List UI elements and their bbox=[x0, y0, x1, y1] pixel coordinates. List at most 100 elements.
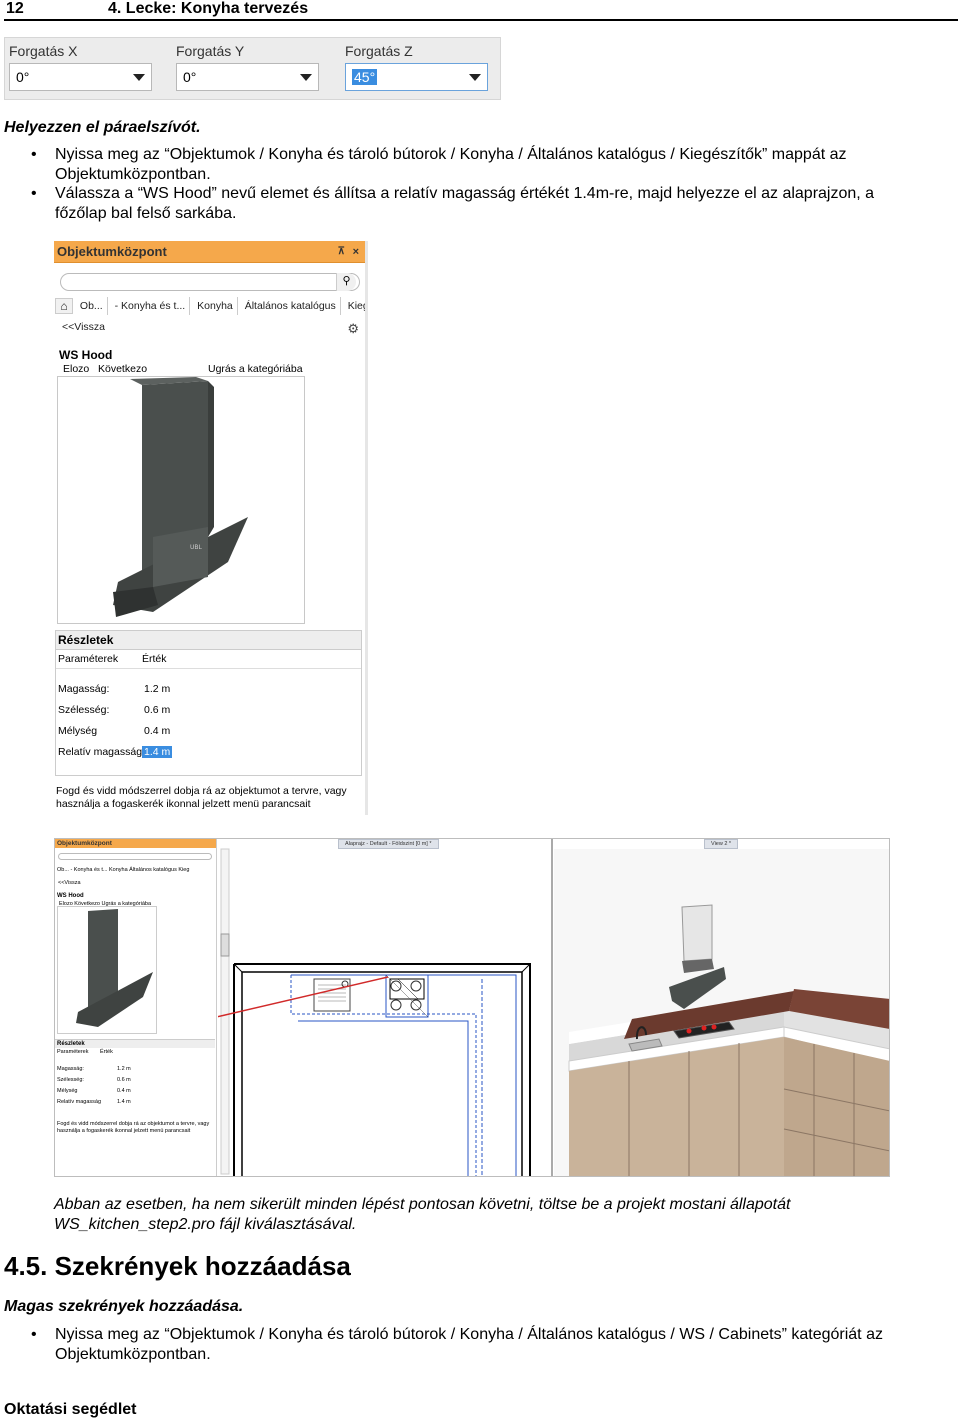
rotation-z-value: 45° bbox=[352, 69, 378, 85]
chapter-title: 4. Lecke: Konyha tervezés bbox=[108, 0, 309, 17]
composite-screenshot: Objektumközpont Ob... - Konyha és t... K… bbox=[54, 838, 890, 1177]
rotation-y-group: Forgatás Y 0° bbox=[176, 41, 319, 91]
detail-row: Magasság: 1.2 m bbox=[58, 683, 358, 695]
mini-col-params: Paraméterek bbox=[57, 1049, 89, 1055]
bullet-text: Nyissa meg az “Objektumok / Konyha és tá… bbox=[55, 1326, 883, 1363]
breadcrumb-item[interactable]: - Konyha és t... bbox=[111, 297, 191, 315]
detail-label: Relatív magasság bbox=[58, 746, 143, 758]
mini-detail-row: Szélesség: 0.6 m bbox=[57, 1077, 131, 1083]
mini-detail-value: 1.2 m bbox=[117, 1066, 131, 1072]
rotation-x-dropdown[interactable]: 0° bbox=[9, 63, 152, 91]
object-center-panel: Objektumközpont ⊼ × ⚲ ⌂ Ob... - Konyha é… bbox=[54, 241, 368, 815]
mini-search-input[interactable] bbox=[58, 853, 212, 860]
hood-preview-image[interactable]: UBL bbox=[57, 376, 305, 624]
bullet-item: • Nyissa meg az “Objektumok / Konyha és … bbox=[31, 1325, 935, 1364]
panel-title: Objektumközpont bbox=[57, 244, 167, 259]
mini-detail-label: Magasság: bbox=[57, 1066, 84, 1072]
section-heading-tall-cabinets: Magas szekrények hozzáadása. bbox=[4, 1298, 244, 1315]
hood-model-graphic: UBL bbox=[113, 377, 248, 617]
floor-plan-view[interactable]: Alaprajz - Default - Földszint [0 m] * bbox=[207, 839, 553, 1176]
details-heading: Részletek bbox=[56, 631, 361, 650]
mini-hood-graphic bbox=[76, 909, 153, 1027]
mini-detail-row: Magasság: 1.2 m bbox=[57, 1066, 131, 1072]
bullet-text: Nyissa meg az “Objektumok / Konyha és tá… bbox=[55, 146, 847, 183]
mini-breadcrumb[interactable]: Ob... - Konyha és t... Konyha Általános … bbox=[57, 867, 189, 873]
mini-detail-value: 0.6 m bbox=[117, 1077, 131, 1083]
rotation-z-dropdown[interactable]: 45° bbox=[345, 63, 488, 91]
drag-drop-hint: Fogd és vidd módszerrel dobja rá az obje… bbox=[56, 785, 347, 810]
detail-row: Relatív magasság 1.4 m bbox=[58, 746, 358, 758]
section-heading-hood: Helyezzen el páraelszívót. bbox=[4, 119, 201, 136]
rotation-x-group: Forgatás X 0° bbox=[9, 41, 152, 91]
bullet-icon: • bbox=[31, 1326, 37, 1343]
bullet-item: • Válassza a “WS Hood” nevű elemet és ál… bbox=[31, 184, 925, 223]
floor-plan-tab[interactable]: Alaprajz - Default - Földszint [0 m] * bbox=[338, 839, 439, 849]
item-name: WS Hood bbox=[59, 348, 113, 362]
page-header: 12 4. Lecke: Konyha tervezés bbox=[4, 0, 958, 21]
mini-detail-label: Relatív magasság bbox=[57, 1099, 102, 1105]
column-header-params: Paraméterek bbox=[58, 653, 119, 665]
rotation-y-dropdown[interactable]: 0° bbox=[176, 63, 319, 91]
bullet-icon: • bbox=[31, 185, 37, 202]
bullet-text: Válassza a “WS Hood” nevű elemet és állí… bbox=[55, 185, 875, 222]
jump-category-link[interactable]: Ugrás a kategóriába bbox=[208, 363, 303, 375]
mini-details: Részletek Paraméterek Érték Magasság: 1.… bbox=[55, 1039, 215, 1115]
mini-detail-row: Mélység 0.4 m bbox=[57, 1088, 131, 1094]
column-header-value: Érték bbox=[142, 653, 167, 665]
svg-text:UBL: UBL bbox=[190, 544, 203, 551]
breadcrumb-item[interactable]: Ob... bbox=[76, 297, 108, 315]
dropdown-arrow-icon[interactable] bbox=[300, 74, 312, 81]
back-link[interactable]: <<Vissza bbox=[62, 321, 105, 333]
prev-link[interactable]: Elozo bbox=[63, 363, 89, 375]
bullet-item: • Nyissa meg az “Objektumok / Konyha és … bbox=[31, 145, 925, 184]
mini-detail-value: 0.4 m bbox=[117, 1088, 131, 1094]
kitchen-3d-render bbox=[554, 849, 889, 1176]
mini-col-value: Érték bbox=[100, 1049, 113, 1055]
mini-hood-preview[interactable] bbox=[57, 906, 157, 1034]
dropdown-arrow-icon[interactable] bbox=[133, 74, 145, 81]
details-column-headers: Paraméterek Érték bbox=[56, 650, 361, 669]
dropdown-arrow-icon[interactable] bbox=[469, 74, 481, 81]
rotation-x-value: 0° bbox=[16, 69, 30, 85]
breadcrumb-item[interactable]: Konyha bbox=[193, 297, 238, 315]
pin-icon[interactable]: ⊼ bbox=[338, 241, 345, 263]
mini-item-name: WS Hood bbox=[57, 893, 84, 899]
details-panel: Részletek Paraméterek Érték Magasság: 1.… bbox=[55, 630, 362, 776]
relative-height-input[interactable]: 1.4 m bbox=[142, 746, 173, 758]
bullet-icon: • bbox=[31, 146, 37, 163]
3d-view-tab[interactable]: View 2 * bbox=[704, 839, 739, 849]
rotation-x-label: Forgatás X bbox=[9, 43, 78, 59]
detail-value[interactable]: 0.4 m bbox=[144, 725, 170, 737]
home-icon[interactable]: ⌂ bbox=[55, 298, 73, 315]
detail-value[interactable]: 0.6 m bbox=[144, 704, 170, 716]
rotation-y-label: Forgatás Y bbox=[176, 43, 245, 59]
mini-panel-title: Objektumközpont bbox=[55, 839, 216, 848]
next-link[interactable]: Következo bbox=[98, 363, 147, 375]
floor-plan-drawing bbox=[207, 848, 531, 1176]
detail-row: Mélység 0.4 m bbox=[58, 725, 358, 737]
close-icon[interactable]: × bbox=[353, 241, 359, 263]
rotation-z-label: Forgatás Z bbox=[345, 43, 413, 59]
breadcrumb-item[interactable]: Általános katalógus bbox=[241, 297, 341, 315]
search-input[interactable]: ⚲ bbox=[60, 273, 360, 291]
breadcrumb-item[interactable]: Kieg bbox=[344, 297, 365, 315]
3d-view[interactable]: View 2 * bbox=[554, 839, 889, 1176]
gear-icon[interactable]: ⚙ bbox=[347, 321, 359, 337]
page-number: 12 bbox=[6, 0, 24, 17]
search-icon[interactable]: ⚲ bbox=[336, 273, 356, 291]
mini-detail-value: 1.4 m bbox=[117, 1099, 131, 1105]
restore-note: Abban az esetben, ha nem sikerült minden… bbox=[54, 1196, 791, 1233]
mini-details-heading: Részletek bbox=[55, 1040, 215, 1048]
detail-row: Szélesség: 0.6 m bbox=[58, 704, 358, 716]
page-footer: Oktatási segédlet bbox=[4, 1401, 137, 1418]
detail-label: Magasság: bbox=[58, 683, 110, 695]
section-title-cabinets: 4.5. Szekrények hozzáadása bbox=[4, 1251, 351, 1281]
breadcrumb: ⌂ Ob... - Konyha és t... Konyha Általáno… bbox=[55, 297, 365, 315]
rotation-panel: Forgatás X 0° Forgatás Y 0° Forgatás Z 4… bbox=[4, 37, 501, 100]
mini-detail-label: Szélesség: bbox=[57, 1077, 84, 1083]
mini-detail-row: Relatív magasság 1.4 m bbox=[57, 1099, 131, 1105]
mini-back-link[interactable]: <<Vissza bbox=[58, 880, 81, 886]
rotation-y-value: 0° bbox=[183, 69, 197, 85]
detail-value[interactable]: 1.2 m bbox=[144, 683, 170, 695]
detail-label: Szélesség: bbox=[58, 704, 110, 716]
